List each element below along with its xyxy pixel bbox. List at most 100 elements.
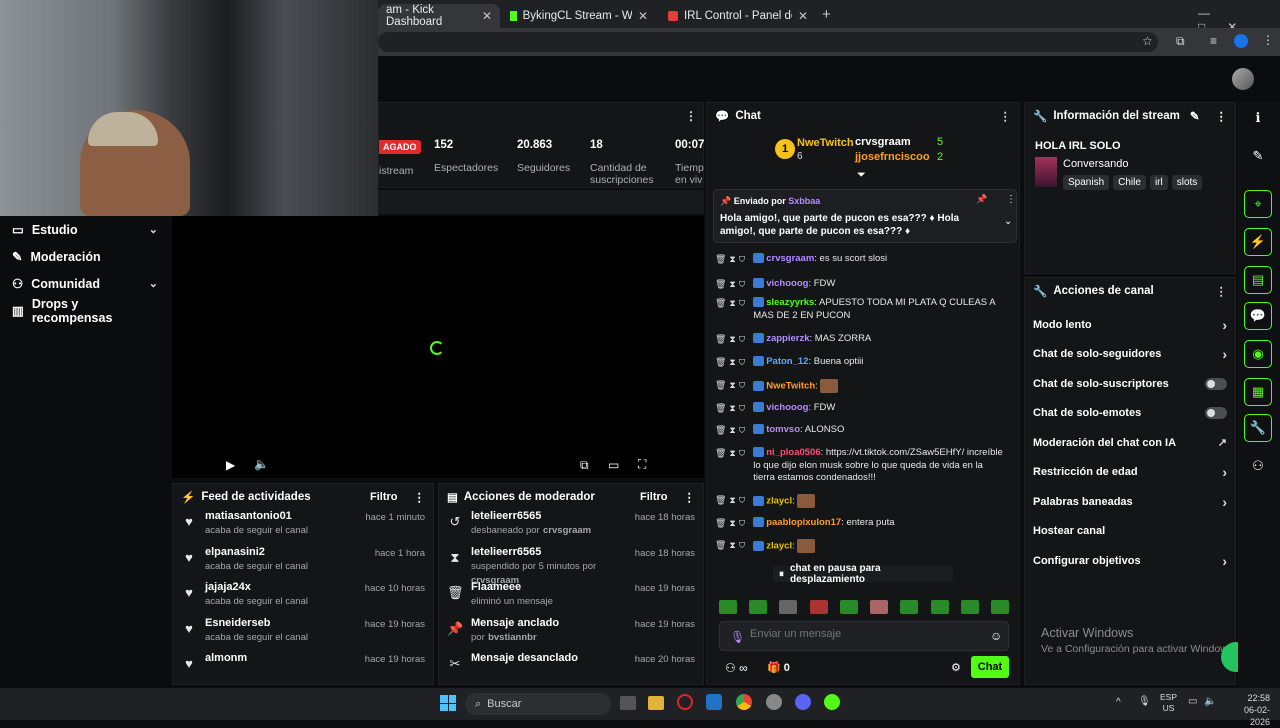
emote-icon[interactable] [930, 600, 949, 614]
chat-message[interactable]: 🗑⧗⛉ tomvso: ALONSO [715, 424, 1005, 437]
channel-action-item[interactable]: Configurar objetivos › [1025, 546, 1235, 576]
more-icon[interactable]: ⋮ [1000, 109, 1012, 123]
chat-message[interactable]: 🗑⧗⛉ vichooog: FDW [715, 278, 1005, 291]
mod-tools-icon[interactable]: 🗑⧗⛉ [715, 333, 748, 346]
media-icon[interactable]: ≡ [1210, 34, 1217, 48]
sidebar-item-moderacion[interactable]: ✎ Moderación [0, 243, 170, 270]
mod-tools-icon[interactable]: 🗑⧗⛉ [715, 424, 748, 437]
opera-icon[interactable] [677, 694, 693, 710]
chat-icon[interactable]: 💬 [1244, 302, 1272, 330]
mic-icon[interactable]: 🎙 [730, 630, 745, 644]
activity-item[interactable]: ♥ matiasantonio01 acaba de seguir el canal… [173, 510, 433, 546]
chat-username[interactable]: vichooog [766, 402, 808, 413]
chevron-down-icon[interactable]: ⌄ [1004, 216, 1012, 227]
chat-message[interactable]: 🗑⧗⛉ NweTwitch: [715, 379, 1005, 393]
mod-action-title[interactable]: letelieerr6565 [471, 510, 627, 523]
users-icon[interactable]: ⚇ [1244, 452, 1272, 480]
wrench-icon[interactable]: 🔧 [1244, 414, 1272, 442]
tab-irl-control[interactable]: IRL Control - Panel de Control d ✕ [660, 4, 816, 28]
mod-tools-icon[interactable]: 🗑⧗⛉ [715, 517, 748, 530]
activity-user[interactable]: Esneiderseb [205, 617, 357, 630]
tab-stream[interactable]: BykingCL Stream - Watch Live o ✕ [502, 4, 656, 28]
theater-icon[interactable]: ▭ [608, 458, 619, 472]
mod-action-item[interactable]: ⧗ letelieerr6565 suspendido por 5 minutos … [439, 546, 703, 586]
chat-username[interactable]: tomvso [766, 424, 800, 435]
mod-action-item[interactable]: 📌 Mensaje anclado por bvstiannbr hace 19 ho… [439, 617, 703, 653]
mod-tools-icon[interactable]: 🗑⧗⛉ [715, 297, 748, 310]
fullscreen-icon[interactable]: ⛶ [638, 457, 646, 472]
emoji-icon[interactable]: ☺ [990, 629, 1002, 643]
chat-message[interactable]: 🗑⧗⛉ ni_ploa0506: https://vt.tiktok.com/ZS… [715, 447, 1005, 485]
chat-message[interactable]: 🗑⧗⛉ zlaycl: [715, 539, 1005, 553]
activity-user[interactable]: almonm [205, 652, 357, 665]
mod-action-title[interactable]: Mensaje anclado [471, 617, 627, 630]
volume-icon[interactable]: 🔈 [254, 457, 269, 471]
channel-action-item[interactable]: Restricción de edad › [1025, 458, 1235, 488]
menu-icon[interactable]: ⋮ [1262, 33, 1274, 47]
mod-action-title[interactable]: Flaameee [471, 581, 627, 594]
mod-tools-icon[interactable]: 🗑⧗⛉ [715, 447, 748, 460]
tag[interactable]: Chile [1113, 175, 1146, 190]
close-tab-icon[interactable]: ✕ [798, 9, 808, 23]
pinned-user[interactable]: Sxbbaa [788, 196, 820, 206]
chat-username[interactable]: zlaycl [766, 541, 792, 552]
chat-username[interactable]: ni_ploa0506 [766, 447, 820, 458]
more-icon[interactable]: ⋮ [414, 490, 426, 504]
chat-message[interactable]: 🗑⧗⛉ Paton_12: Buena optiii [715, 356, 1005, 369]
mod-tools-icon[interactable]: 🗑⧗⛉ [715, 356, 748, 369]
emote-icon[interactable] [809, 600, 828, 614]
layout-icon[interactable]: ▦ [1244, 378, 1272, 406]
tab-kick-dashboard[interactable]: am - Kick Dashboard ✕ [378, 4, 500, 28]
channel-action-item[interactable]: Chat de solo-suscriptores [1025, 369, 1235, 399]
emote-icon[interactable] [839, 600, 858, 614]
collapse-icon[interactable]: ⏷ [857, 169, 866, 182]
extensions-icon[interactable]: ⧉ [1176, 34, 1185, 49]
chat-input-box[interactable]: 🎙 ☺ [719, 621, 1009, 651]
mod-tools-icon[interactable]: 🗑⧗⛉ [715, 253, 748, 266]
chat-message[interactable]: 🗑⧗⛉ zlaycl: [715, 494, 1005, 508]
mod-action-item[interactable]: ↺ letelieerr6565 desbaneado por crvsgraam h… [439, 510, 703, 546]
mod-tools-icon[interactable]: 🗑⧗⛉ [715, 402, 748, 415]
chat-message[interactable]: 🗑⧗⛉ vichooog: FDW [715, 402, 1005, 415]
play-icon[interactable]: ▶ [226, 458, 235, 472]
filter-button[interactable]: Filtro [640, 491, 668, 503]
activity-user[interactable]: jajaja24x [205, 581, 357, 594]
emote-icon[interactable] [900, 600, 919, 614]
chat-message-input[interactable] [750, 628, 970, 640]
discord-icon[interactable] [795, 694, 811, 710]
tag[interactable]: Spanish [1063, 175, 1110, 190]
send-chat-button[interactable]: Chat [971, 656, 1009, 678]
emote-icon[interactable] [719, 600, 737, 614]
network-icon[interactable]: ▭ [1188, 696, 1197, 707]
chat-message[interactable]: 🗑⧗⛉ paablopixulon17: entera puta [715, 517, 1005, 530]
gifter-2-name[interactable]: crvsgraam [855, 136, 911, 148]
activity-user[interactable]: elpanasini2 [205, 546, 367, 559]
doc-icon[interactable]: ▤ [1244, 266, 1272, 294]
mod-action-title[interactable]: Mensaje desanclado [471, 652, 627, 665]
mod-tools-icon[interactable]: 🗑⧗⛉ [715, 539, 748, 552]
chat-paused-banner[interactable]: ⏸ chat en pausa para desplazamiento [773, 563, 953, 585]
edit-icon[interactable]: ✎ [1190, 109, 1200, 123]
clock[interactable]: 22:58 06-02-2026 [1224, 692, 1270, 728]
emote-icon[interactable] [960, 600, 979, 614]
tag[interactable]: slots [1171, 175, 1203, 190]
pip-icon[interactable]: ⧉ [580, 458, 589, 473]
chrome-icon[interactable] [736, 694, 752, 710]
more-icon[interactable]: ⋮ [1216, 109, 1228, 123]
chat-username[interactable]: zappierzk [766, 333, 809, 344]
info-icon[interactable]: ℹ [1244, 104, 1272, 132]
mod-tools-icon[interactable]: 🗑⧗⛉ [715, 278, 748, 291]
obs-icon[interactable] [766, 694, 782, 710]
chat-username[interactable]: crvsgraam [766, 253, 814, 264]
activity-item[interactable]: ♥ jajaja24x acaba de seguir el canal hace 1… [173, 581, 433, 617]
chat-username[interactable]: NweTwitch [766, 381, 815, 392]
emote-icon[interactable] [990, 600, 1009, 614]
broadcast-icon[interactable]: ◉ [1244, 340, 1272, 368]
sidebar-item-comunidad[interactable]: ⚇ Comunidad ⌄ [0, 270, 170, 297]
toggle-switch[interactable] [1205, 377, 1227, 390]
edit-icon[interactable]: ✎ [1244, 142, 1272, 170]
more-icon[interactable]: ⋮ [684, 490, 696, 504]
filter-button[interactable]: Filtro [370, 491, 398, 503]
channel-action-item[interactable]: Palabras baneadas › [1025, 487, 1235, 517]
chat-message[interactable]: 🗑⧗⛉ crvsgraam: es su scort slosi [715, 253, 1005, 266]
